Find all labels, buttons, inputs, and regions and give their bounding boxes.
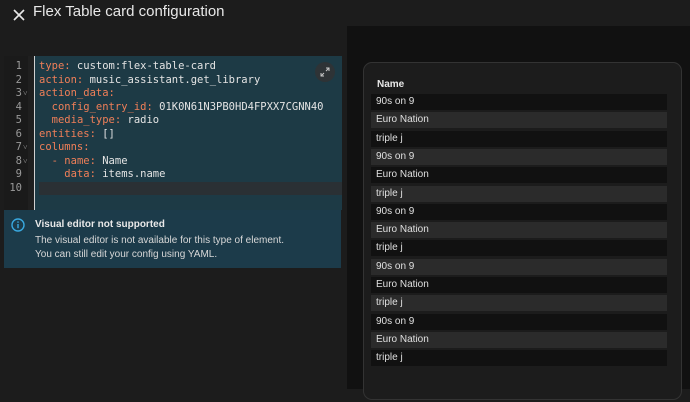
line-number: 8 [15,154,22,167]
line-number: 5 [15,114,22,126]
table-row: 90s on 9 [371,94,667,110]
yaml-value: Name [95,154,128,167]
yaml-value: music_assistant.get_library [83,73,261,86]
table-row: Euro Nation [371,167,667,184]
table-row: 90s on 9 [371,148,667,165]
code-line: media_type: radio [39,114,159,128]
yaml-key: action: [39,73,84,86]
line-number: 9 [15,168,22,180]
line-gutter: 1 2 3 ˅ 4 5 6 7 ˅ 8 ˅ 9 10 [4,56,28,210]
close-button[interactable] [6,2,32,28]
fold-chevron-icon[interactable]: ˅ [23,141,28,155]
table-row: Euro Nation [371,277,667,293]
table-row: triple j [371,185,667,202]
yaml-value: radio [121,114,160,126]
yaml-key: entities: [39,127,96,140]
code-line: columns: [39,141,90,155]
yaml-key: media_type: [51,114,122,126]
column-header-name: Name [377,79,405,90]
alert-message-line1: The visual editor is not available for t… [35,235,285,246]
table-row: 90s on 9 [371,313,667,330]
line-number: 10 [9,181,22,194]
line-number: 7 [15,141,22,153]
fold-chevron-icon[interactable]: ˅ [23,155,28,169]
table-row: triple j [371,240,667,257]
table-row: triple j [371,350,667,367]
line-number: 4 [15,100,22,113]
visual-editor-alert: Visual editor not supported The visual e… [4,210,341,268]
expand-editor-button[interactable] [315,62,335,82]
yaml-key: name: [64,154,96,167]
alert-message-line2: You can still edit your config using YAM… [35,249,218,260]
table-row: Euro Nation [371,222,667,239]
code-line: entities: [] [39,128,115,142]
yaml-value: [] [95,127,115,140]
yaml-value: custom:flex-table-card [70,60,217,72]
line-number: 1 [15,60,22,72]
code-indent: - [39,154,65,167]
close-icon [13,9,25,21]
table-row: 90s on 9 [371,203,667,220]
yaml-value: 01K0N61N3PB0HD4FPXX7CGNN40 [152,100,324,113]
code-area[interactable]: type: custom:flex-table-card action: musi… [34,56,342,210]
info-icon [11,218,25,232]
yaml-key: action_data: [39,87,115,99]
table-row: 90s on 9 [371,258,667,275]
fold-chevron-icon[interactable]: ˅ [23,87,28,101]
code-line: data: items.name [39,168,165,182]
expand-icon [320,67,330,77]
dialog-title: Flex Table card configuration [33,3,225,20]
yaml-key: data: [64,168,96,180]
code-line: action_data: [39,87,115,101]
table-row: triple j [371,130,667,147]
code-line [39,181,342,195]
code-line: config_entry_id: 01K0N61N3PB0HD4FPXX7CGN… [39,101,324,115]
yaml-value: items.name [95,168,166,180]
line-number: 6 [15,127,22,140]
yaml-key: config_entry_id: [51,100,153,113]
code-line: action: music_assistant.get_library [39,74,260,88]
card-preview-panel: Name 90s on 9 Euro Nation triple j 90s on 9… [347,26,690,400]
line-number: 2 [15,73,22,86]
code-line: - name: Name [39,155,128,169]
yaml-key: columns: [39,141,90,153]
code-line: type: custom:flex-table-card [39,60,216,74]
line-number: 3 [15,87,22,99]
yaml-editor[interactable]: 1 2 3 ˅ 4 5 6 7 ˅ 8 ˅ 9 10 type: custom:flex-table-c… [4,56,342,210]
flex-table-card: Name 90s on 9 Euro Nation triple j 90s on 9… [363,62,682,400]
yaml-key: type: [39,60,71,72]
alert-title: Visual editor not supported [35,219,165,230]
table-row: Euro Nation [371,331,667,348]
table-row: Euro Nation [371,112,667,129]
table-row: triple j [371,295,667,312]
